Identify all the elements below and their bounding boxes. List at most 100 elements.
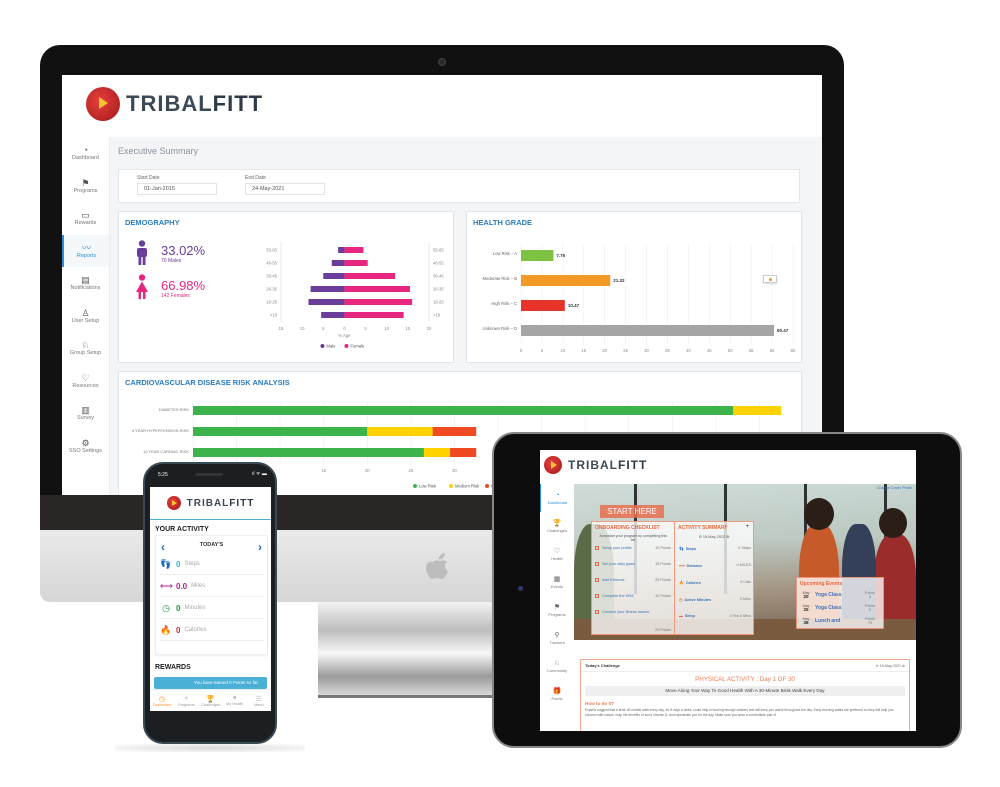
bar-diabetes-risk-low-risk[interactable] (193, 406, 734, 415)
tab-challenges[interactable]: 🏆 Challenges (198, 690, 222, 711)
bar-10-year-cardiac-risk-medium-risk[interactable] (423, 448, 451, 457)
menu-icon: ☰ (255, 695, 263, 703)
event-item[interactable]: May 20 Yoga Class Points 5 (801, 591, 877, 599)
bar-high-risk-c[interactable] (521, 300, 565, 311)
event-day: 20 (803, 594, 809, 599)
tab-menu[interactable]: ☰ Menu (247, 690, 271, 711)
demography-chart: 55-65 55-65 46-55 46-55 36-45 36-45 26-35 26-35… (266, 242, 444, 349)
y-tick-label-left: 36-45 (266, 274, 277, 279)
checkbox-icon[interactable] (595, 546, 599, 550)
x-tick-label: 30 (452, 468, 457, 473)
x-tick-label: 5 (322, 326, 325, 331)
event-item[interactable]: May 25 Yoga Class Points 5 (801, 604, 877, 612)
apple-logo-icon (425, 548, 455, 584)
bar-10-year-cardiac-risk-high-risk[interactable] (450, 448, 477, 457)
change-cover-photo-link[interactable]: Change Cover Photo (877, 486, 912, 490)
sidebar: ◔ Dashboard ⚑ Programs ▭ Rewards 〰 Reports ▤ Noti… (62, 137, 110, 495)
event-name[interactable]: Yoga Class (815, 592, 859, 598)
tablet-sidebar-item-programs[interactable]: ⚑ Programs (540, 596, 574, 624)
sidebar-item-user-setup[interactable]: ♙ User Setup (62, 300, 109, 333)
metric-row-steps: 👣 0 Steps (160, 554, 264, 575)
add-icon[interactable]: + (745, 524, 749, 530)
next-day-icon[interactable]: ⊕ (901, 664, 905, 668)
x-tick-label: 25 (623, 348, 628, 353)
event-name[interactable]: Yoga Class (815, 605, 859, 611)
sidebar-item-survey[interactable]: ▥ Survey (62, 397, 109, 430)
tab-label: Dashboard (152, 702, 172, 707)
end-date-field[interactable]: End Date 24-May-2021 (245, 175, 325, 195)
legend-label-medium-risk[interactable]: Medium Risk (455, 484, 480, 489)
phone-shadow (115, 744, 305, 752)
health-icon: ♡ (553, 547, 561, 555)
start-date-label: Start Date (137, 175, 160, 181)
sidebar-item-sso-settings[interactable]: ⚙ SSO Settings (62, 430, 109, 463)
tablet-sidebar-item-challenges[interactable]: 🏆 Challenges (540, 512, 574, 540)
start-here-banner: START HERE (600, 505, 664, 518)
legend-label-male[interactable]: Male (326, 344, 336, 349)
tablet-sidebar-item-health[interactable]: ♡ Health (540, 540, 574, 568)
next-date-icon[interactable]: ⊕ (725, 535, 729, 539)
event-name[interactable]: Lunch and (815, 618, 859, 624)
sidebar-item-dashboard[interactable]: ◔ Dashboard (62, 137, 109, 170)
tablet-sidebar-item-dashboard[interactable]: ◔ Dashboard (540, 484, 574, 512)
next-day-chevron-icon[interactable]: › (258, 540, 262, 554)
tablet-brand-logo[interactable]: TRIBALFITT (544, 456, 647, 474)
checklist-item-label: Set your daily goals (595, 562, 635, 566)
phone-brand-logo[interactable]: TRIBALFITT (166, 496, 255, 510)
male-stat: 33.02% 70 Males (161, 243, 205, 264)
sidebar-item-label: Rewards (74, 220, 97, 227)
sidebar-item-rewards[interactable]: ▭ Rewards (62, 202, 109, 235)
y-tick-label-left: 55-65 (266, 248, 277, 253)
distance-icon: ⟷ (160, 580, 173, 591)
checkbox-icon[interactable] (595, 562, 599, 566)
checkbox-icon[interactable] (595, 610, 599, 614)
checkbox-icon[interactable] (595, 594, 599, 598)
bar-female-55-65 (344, 247, 364, 253)
bar-unknown-risk-d[interactable] (521, 325, 775, 336)
checklist-item[interactable]: Set your daily goals 15 Points (595, 562, 671, 566)
activity-value: 0 Hrs 0 Mins (729, 614, 751, 618)
checkbox-icon[interactable] (595, 578, 599, 582)
sidebar-item-resources[interactable]: ♡ Resources (62, 365, 109, 398)
legend-label-female[interactable]: Female (350, 344, 365, 349)
y-tick-label: Unknown Risk – D (483, 326, 517, 331)
tablet-sidebar-item-points[interactable]: 🎁 Points (540, 680, 574, 708)
sidebar-item-group-setup[interactable]: ♘ Group Setup (62, 332, 109, 365)
bar-4-year-hypertension-risk-high-risk[interactable] (432, 427, 477, 436)
bar-4-year-hypertension-risk-medium-risk[interactable] (367, 427, 433, 436)
bar-moderate-risk-b[interactable] (521, 275, 611, 286)
rewards-banner[interactable]: You have earned 0 Points so far (154, 677, 267, 689)
tablet-sidebar-item-trackers[interactable]: ⚲ Trackers (540, 624, 574, 652)
sidebar-item-programs[interactable]: ⚑ Programs (62, 170, 109, 203)
tab-dashboard[interactable]: ◷ Dashboard (150, 690, 174, 711)
activity-date-value: 19-May-2022 (702, 535, 726, 539)
y-tick-label-left: <18 (270, 313, 278, 318)
bar-4-year-hypertension-risk-low-risk[interactable] (193, 427, 368, 436)
start-date-input[interactable]: 01-Jan-2015 (137, 183, 217, 195)
challenge-body: Experts suggest that a brisk 30-minute w… (585, 708, 894, 717)
challenge-header-label: Today's Challenge (585, 663, 620, 668)
brand-logo[interactable]: TRIBALFITT (86, 87, 263, 121)
checklist-item[interactable]: Setup your profile 10 Points (595, 546, 671, 550)
legend-label-low-risk[interactable]: Low Risk (419, 484, 437, 489)
event-item[interactable]: May 36 Lunch and Points 75 (801, 617, 877, 625)
tablet-sidebar-item-events[interactable]: ▦ Events (540, 568, 574, 596)
tab-my-health[interactable]: ♥ My Health (223, 690, 247, 711)
bar-diabetes-risk-medium-risk[interactable] (733, 406, 782, 415)
sidebar-item-reports[interactable]: 〰 Reports (62, 234, 109, 267)
start-date-field[interactable]: Start Date 01-Jan-2015 (137, 175, 217, 195)
tab-programs[interactable]: ⌖ Programs (174, 690, 198, 711)
bar-low-risk-a[interactable] (521, 250, 554, 261)
checklist-item[interactable]: Add 5 friends 25 Points (595, 578, 671, 582)
end-date-input[interactable]: 24-May-2021 (245, 183, 325, 195)
metric-value: 0 (176, 603, 181, 613)
checklist-item[interactable]: Connect your fitness tracker (595, 610, 671, 614)
y-tick-label: Moderate Risk – B (483, 276, 518, 281)
y-tick-label-right: 18-25 (433, 300, 444, 305)
sidebar-item-notifications[interactable]: ▤ Notifications (62, 267, 109, 300)
bar-10-year-cardiac-risk-low-risk[interactable] (193, 448, 424, 457)
checklist-item[interactable]: Complete the HRA 10 Points (595, 594, 671, 598)
tablet-sidebar-item-community[interactable]: ♘ Community (540, 652, 574, 680)
y-tick-label-right: 55-65 (433, 248, 444, 253)
sidebar-item-label: SSO Settings (68, 447, 103, 454)
